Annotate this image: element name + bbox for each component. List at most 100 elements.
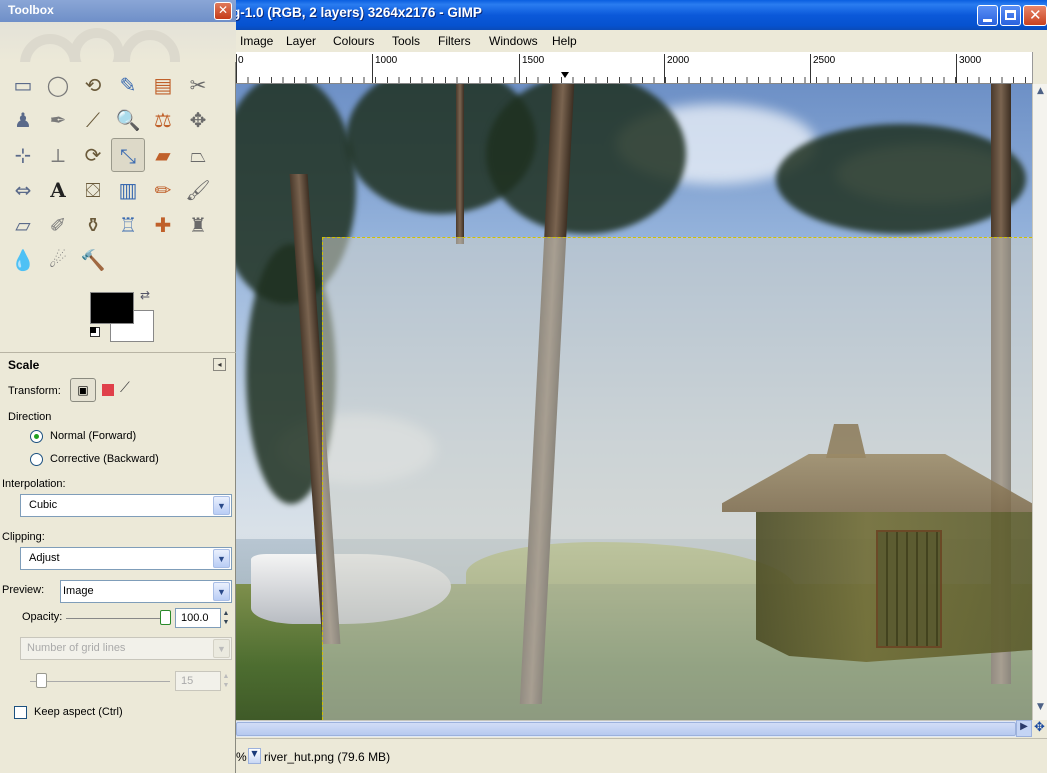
align-icon[interactable]: ⊹ xyxy=(6,138,40,172)
default-colors-icon[interactable] xyxy=(90,327,100,337)
menu-help[interactable]: Help xyxy=(552,34,577,48)
ruler-ticks xyxy=(236,77,1032,83)
scroll-up-icon[interactable]: ▲ xyxy=(1034,86,1047,100)
ruler-major-tick xyxy=(236,54,237,83)
flip-icon[interactable]: ⇔ xyxy=(6,173,40,207)
magnify-icon[interactable]: 🔍 xyxy=(111,103,145,137)
select-by-color-icon[interactable]: ▤ xyxy=(146,68,180,102)
measure-icon[interactable]: ⚖ xyxy=(146,103,180,137)
ruler-major-tick xyxy=(664,54,665,83)
ink-icon[interactable]: ⚱ xyxy=(76,208,110,242)
paintbrush-icon[interactable]: 🖌 xyxy=(181,173,215,207)
transform-label: Transform: xyxy=(8,385,61,397)
chevron-down-icon[interactable]: ▼ xyxy=(213,549,230,568)
direction-label: Direction xyxy=(8,411,52,423)
color-picker-icon[interactable]: ⟋ xyxy=(76,103,110,137)
tree-trunk xyxy=(456,84,464,244)
menu-windows[interactable]: Windows xyxy=(489,34,538,48)
toolbox-close-button[interactable]: ✕ xyxy=(214,2,232,20)
spin-arrows-icon[interactable]: ▲ ▼ xyxy=(221,609,231,629)
blur-sharpen-icon[interactable]: 💧 xyxy=(6,243,40,277)
dodge-burn-icon[interactable]: 🔨 xyxy=(76,243,110,277)
keep-aspect-label[interactable]: Keep aspect (Ctrl) xyxy=(34,706,123,718)
transform-layer-icon[interactable]: ▣ xyxy=(70,378,96,402)
opacity-slider-knob[interactable] xyxy=(160,610,171,625)
ellipse-select-icon[interactable]: ◯ xyxy=(41,68,75,102)
fuzzy-select-icon[interactable]: ✎ xyxy=(111,68,145,102)
ruler-label: 1000 xyxy=(375,55,398,66)
perspective-icon[interactable]: ⏢ xyxy=(181,138,215,172)
scroll-right-icon[interactable]: ▶ xyxy=(1016,720,1032,737)
shear-icon[interactable]: ▰ xyxy=(146,138,180,172)
horizontal-scrollbar[interactable] xyxy=(236,720,1016,737)
navigate-icon[interactable]: ✥ xyxy=(1032,720,1047,737)
menu-layer[interactable]: Layer xyxy=(286,34,316,48)
scissors-icon[interactable]: ✂ xyxy=(181,68,215,102)
grid-lines-slider-knob[interactable] xyxy=(36,673,47,688)
foreground-select-icon[interactable]: ♟ xyxy=(6,103,40,137)
menu-tools[interactable]: Tools xyxy=(392,34,420,48)
clone-icon[interactable]: ♖ xyxy=(111,208,145,242)
separator xyxy=(0,352,236,353)
rect-select-icon[interactable]: ▭ xyxy=(6,68,40,102)
grid-lines-select[interactable]: Number of grid lines ▼ xyxy=(20,637,232,660)
tool-options-menu-icon[interactable]: ◂ xyxy=(213,358,226,371)
chevron-down-icon[interactable]: ▼ xyxy=(213,582,230,601)
toolbox-titlebar[interactable]: Toolbox ✕ xyxy=(0,0,236,22)
minimize-button[interactable] xyxy=(977,5,998,26)
zoom-corner-button[interactable] xyxy=(1032,52,1047,84)
paths-icon[interactable]: ✒ xyxy=(41,103,75,137)
close-button[interactable]: ✕ xyxy=(1023,5,1047,26)
ruler-label: 2000 xyxy=(667,55,690,66)
vertical-scrollbar[interactable]: ▲ ▼ xyxy=(1032,84,1047,720)
direction-normal-radio[interactable] xyxy=(30,430,43,443)
free-select-icon[interactable]: ⟲ xyxy=(76,68,110,102)
opacity-spinbox[interactable]: 100.0 ▲ ▼ xyxy=(175,608,229,628)
menu-filters[interactable]: Filters xyxy=(438,34,471,48)
direction-corrective-label[interactable]: Corrective (Backward) xyxy=(50,453,159,465)
interpolation-select[interactable]: Cubic ▼ xyxy=(20,494,232,517)
direction-corrective-radio[interactable] xyxy=(30,453,43,466)
transform-selection-icon[interactable] xyxy=(102,384,114,396)
pencil-icon[interactable]: ✏ xyxy=(146,173,180,207)
transform-path-icon[interactable]: ⟋ xyxy=(120,380,130,396)
opacity-slider-track[interactable] xyxy=(66,618,166,619)
smudge-icon[interactable]: ☄ xyxy=(41,243,75,277)
menu-colours[interactable]: Colours xyxy=(333,34,374,48)
chevron-down-icon[interactable]: ▼ xyxy=(213,496,230,515)
text-icon[interactable]: A xyxy=(41,173,75,207)
horizontal-ruler[interactable]: 0 1000 1500 2000 2500 3000 xyxy=(236,52,1032,84)
perspective-clone-icon[interactable]: ♜ xyxy=(181,208,215,242)
crop-icon[interactable]: ⟂ xyxy=(41,138,75,172)
heal-icon[interactable]: ✚ xyxy=(146,208,180,242)
zoom-dropdown[interactable]: ▼ xyxy=(248,748,261,764)
ruler-major-tick xyxy=(956,54,957,83)
direction-normal-label[interactable]: Normal (Forward) xyxy=(50,430,136,442)
scroll-down-icon[interactable]: ▼ xyxy=(1034,702,1047,716)
swap-colors-icon[interactable]: ⇄ xyxy=(140,288,150,302)
maximize-button[interactable] xyxy=(1000,5,1021,26)
preview-select[interactable]: Image ▼ xyxy=(60,580,232,603)
menu-image[interactable]: Image xyxy=(240,34,273,48)
interpolation-label: Interpolation: xyxy=(2,478,66,490)
image-canvas[interactable] xyxy=(236,84,1032,720)
rotate-icon[interactable]: ⟳ xyxy=(76,138,110,172)
foreground-color-front[interactable] xyxy=(90,292,134,324)
ruler-label: 0 xyxy=(238,55,244,66)
grid-lines-value: 15 xyxy=(181,675,194,687)
preview-value: Image xyxy=(63,585,94,597)
horizontal-scroll-thumb[interactable] xyxy=(236,722,1016,736)
clipping-select[interactable]: Adjust ▼ xyxy=(20,547,232,570)
grid-lines-spinbox[interactable]: 15 ▲ ▼ xyxy=(175,671,229,691)
airbrush-icon[interactable]: ✐ xyxy=(41,208,75,242)
eraser-icon[interactable]: ▱ xyxy=(6,208,40,242)
scale-icon[interactable]: ⤡ xyxy=(111,138,145,172)
opacity-label: Opacity: xyxy=(22,611,63,623)
chevron-down-icon[interactable]: ▼ xyxy=(213,639,230,658)
move-icon[interactable]: ✥ xyxy=(181,103,215,137)
spin-arrows-icon[interactable]: ▲ ▼ xyxy=(221,672,231,692)
blend-icon[interactable]: ▥ xyxy=(111,173,145,207)
bucket-fill-icon[interactable]: ⛋ xyxy=(76,173,110,207)
grid-lines-slider-track[interactable] xyxy=(30,681,170,682)
keep-aspect-checkbox[interactable] xyxy=(14,706,27,719)
